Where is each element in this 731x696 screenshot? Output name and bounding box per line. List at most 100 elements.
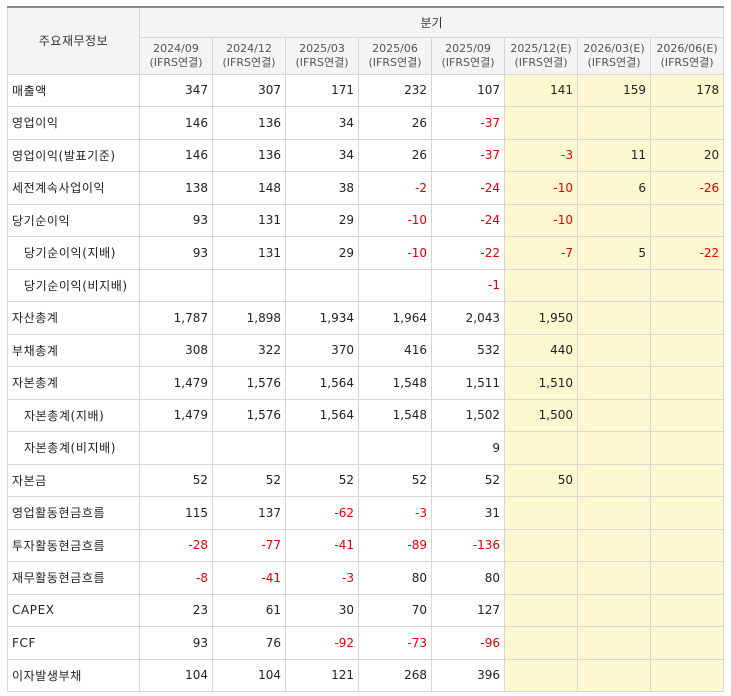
period-header: 2025/09 (IFRS연결): [431, 36, 505, 75]
table-cell: [649, 626, 725, 660]
table-cell: -92: [285, 626, 359, 660]
table-cell: -3: [285, 561, 359, 595]
table-cell: [577, 658, 651, 692]
financial-summary-table: 주요재무정보 분기 2024/09 (IFRS연결) 2024/12 (IFRS연결)…: [7, 6, 725, 692]
row-label: 자본총계(지배): [7, 398, 140, 432]
table-cell: 1,479: [139, 366, 213, 400]
table-cell: -7: [504, 236, 578, 270]
table-cell: -10: [358, 236, 432, 270]
table-cell: 70: [358, 593, 432, 627]
table-cell: [649, 496, 725, 530]
table-cell: 1,576: [212, 398, 286, 432]
table-row: 부채총계 308 322 370 416 532 440: [7, 333, 725, 367]
table-cell: -73: [358, 626, 432, 660]
table-cell: 93: [139, 236, 213, 270]
table-cell: [649, 106, 725, 140]
table-cell: -10: [358, 203, 432, 237]
table-cell: 11: [577, 138, 651, 172]
table-cell: -22: [431, 236, 505, 270]
table-cell: 146: [139, 106, 213, 140]
table-cell: [358, 431, 432, 465]
table-cell: -22: [649, 236, 725, 270]
row-label: 당기순이익: [7, 203, 140, 237]
table-cell: 104: [139, 658, 213, 692]
table-cell: 23: [139, 593, 213, 627]
row-label: 재무활동현금흐름: [7, 561, 140, 595]
table-row: CAPEX 23 61 30 70 127: [7, 593, 725, 627]
table-cell: 416: [358, 333, 432, 367]
table-cell: [577, 398, 651, 432]
table-row: 영업이익 146 136 34 26 -37: [7, 106, 725, 140]
row-label: 자산총계: [7, 301, 140, 335]
table-cell: 107: [431, 73, 505, 107]
table-cell: -10: [504, 171, 578, 205]
table-cell: 1,950: [504, 301, 578, 335]
table-cell: 76: [212, 626, 286, 660]
table-cell: 52: [212, 463, 286, 497]
table-cell: 29: [285, 236, 359, 270]
table-row: FCF 93 76 -92 -73 -96: [7, 626, 725, 660]
table-cell: [504, 106, 578, 140]
table-row: 영업활동현금흐름 115 137 -62 -3 31: [7, 496, 725, 530]
table-cell: 26: [358, 138, 432, 172]
period-basis: (IFRS연결): [514, 55, 568, 69]
table-cell: -10: [504, 203, 578, 237]
row-label: 이자발생부채: [7, 658, 140, 692]
table-cell: 138: [139, 171, 213, 205]
table-cell: [577, 463, 651, 497]
table-cell: [504, 658, 578, 692]
table-cell: 61: [212, 593, 286, 627]
period-header: 2024/09 (IFRS연결): [139, 36, 213, 75]
table-cell: 52: [285, 463, 359, 497]
table-cell: [577, 333, 651, 367]
table-body: 매출액 347 307 171 232 107 141 159 178 영업이익 146 136 34 2…: [7, 73, 725, 692]
table-cell: 30: [285, 593, 359, 627]
table-row: 당기순이익(비지배) -1: [7, 268, 725, 302]
table-cell: [649, 268, 725, 302]
table-cell: -26: [649, 171, 725, 205]
table-cell: [649, 658, 725, 692]
period-group-header: 분기: [138, 6, 725, 38]
table-row: 영업이익(발표기준) 146 136 34 26 -37 -3 11 20: [7, 138, 725, 172]
table-cell: 104: [212, 658, 286, 692]
table-cell: [504, 626, 578, 660]
table-cell: 232: [358, 73, 432, 107]
table-cell: [504, 593, 578, 627]
row-label: 자본총계: [7, 366, 140, 400]
table-cell: [212, 268, 286, 302]
table-row: 자본총계 1,479 1,576 1,564 1,548 1,511 1,510: [7, 366, 725, 400]
period-basis: (IFRS연결): [295, 55, 349, 69]
table-cell: [577, 366, 651, 400]
period-date: 2026/03(E): [583, 41, 645, 55]
table-cell: 1,502: [431, 398, 505, 432]
table-cell: [649, 561, 725, 595]
table-cell: 440: [504, 333, 578, 367]
table-cell: [212, 431, 286, 465]
table-cell: [649, 593, 725, 627]
row-label: 영업이익: [7, 106, 140, 140]
table-cell: [577, 106, 651, 140]
table-cell: [577, 561, 651, 595]
table-cell: [577, 496, 651, 530]
table-cell: 308: [139, 333, 213, 367]
table-cell: [649, 366, 725, 400]
table-cell: 141: [504, 73, 578, 107]
table-cell: -3: [504, 138, 578, 172]
table-cell: [577, 203, 651, 237]
period-header: 2024/12 (IFRS연결): [212, 36, 286, 75]
table-cell: -8: [139, 561, 213, 595]
period-basis: (IFRS연결): [368, 55, 422, 69]
table-cell: -89: [358, 528, 432, 562]
table-cell: 1,479: [139, 398, 213, 432]
table-cell: 347: [139, 73, 213, 107]
period-date: 2024/09: [153, 41, 199, 55]
table-cell: 2,043: [431, 301, 505, 335]
table-row: 매출액 347 307 171 232 107 141 159 178: [7, 73, 725, 107]
table-cell: 93: [139, 203, 213, 237]
table-cell: [504, 528, 578, 562]
table-cell: 131: [212, 236, 286, 270]
table-cell: 34: [285, 106, 359, 140]
table-cell: 26: [358, 106, 432, 140]
table-cell: -2: [358, 171, 432, 205]
row-label: 자본총계(비지배): [7, 431, 140, 465]
